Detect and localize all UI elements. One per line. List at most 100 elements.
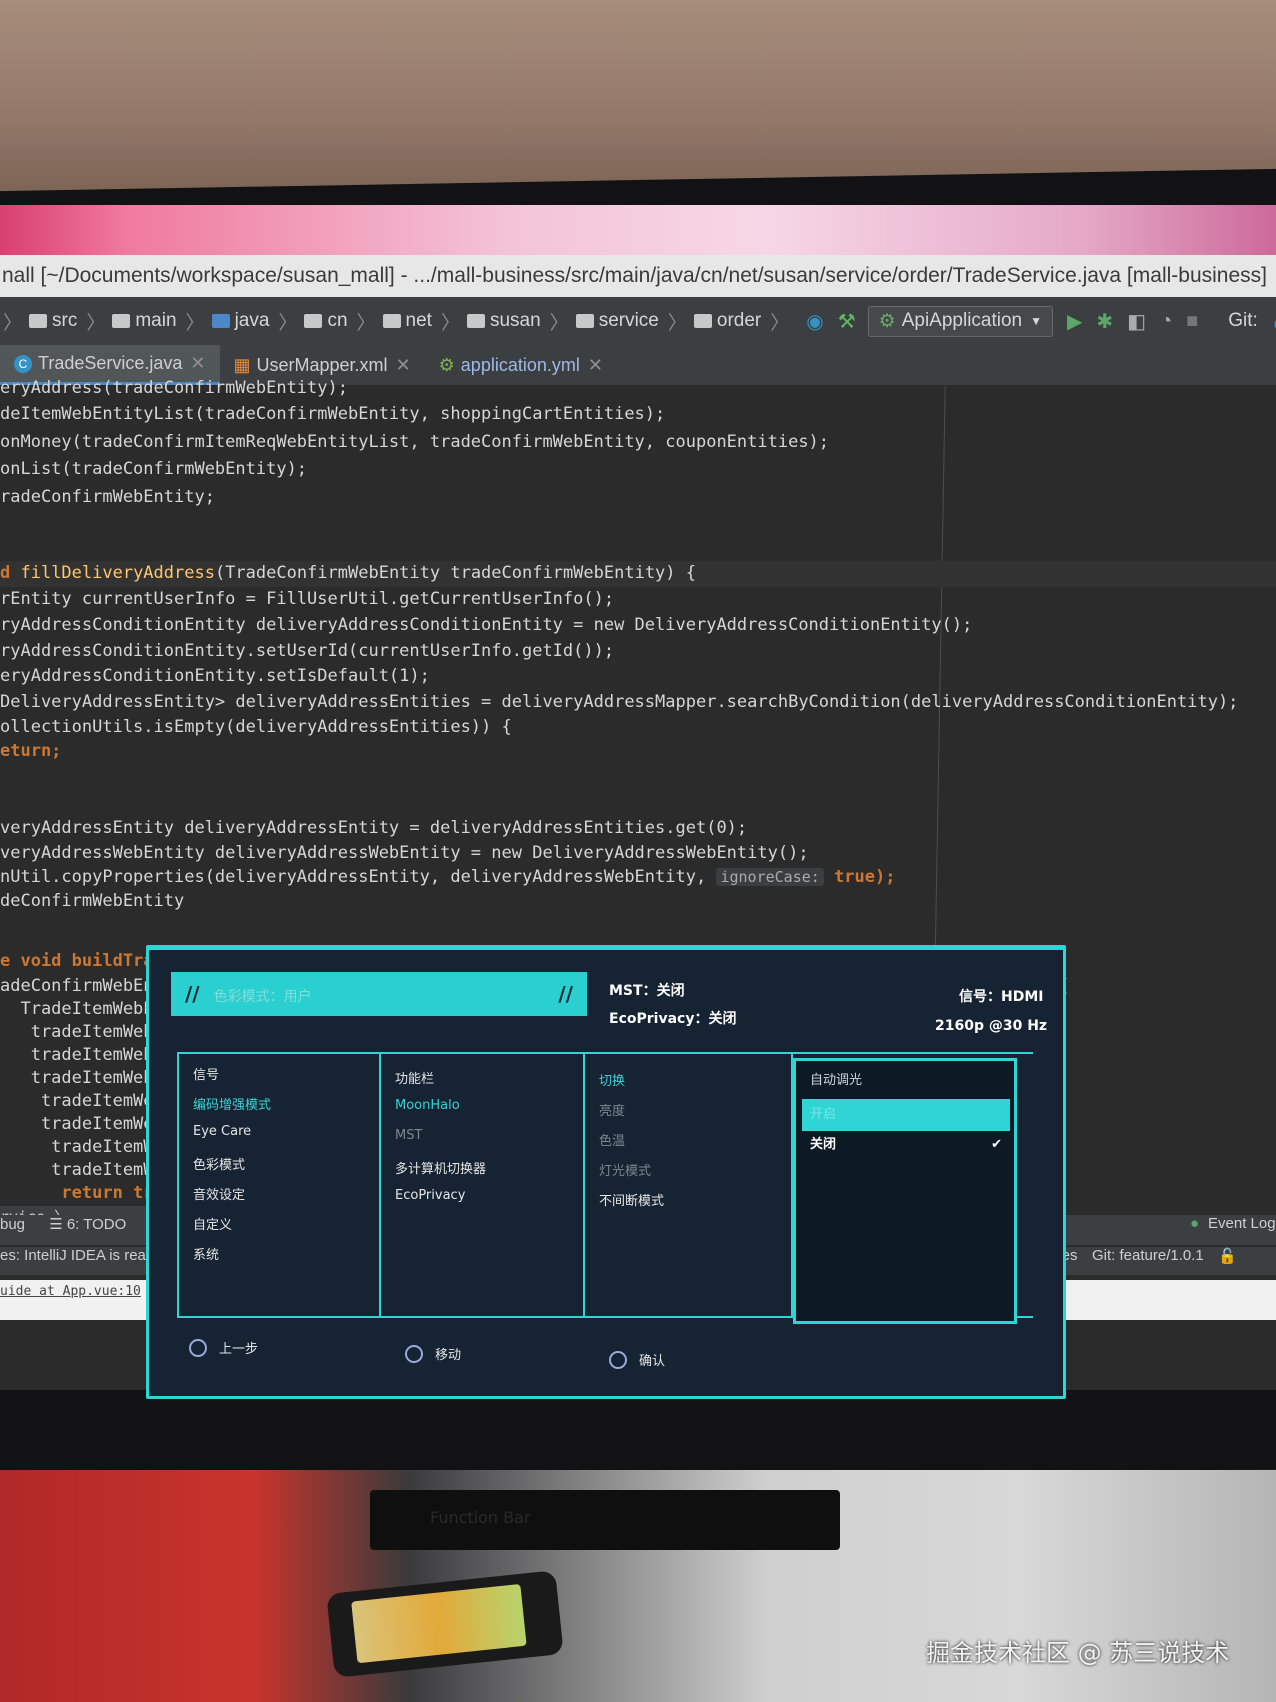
tab-application-yml[interactable]: ⚙ application.yml ✕ xyxy=(425,345,617,385)
osd-column-main: 信号 编码增强模式 Eye Care 色彩模式 音效设定 自定义 系统 xyxy=(179,1054,381,1316)
osd-item-disabled[interactable]: MST xyxy=(395,1128,422,1143)
console-text: uide at App.vue:10 xyxy=(0,1284,141,1299)
window-title: nall [~/Documents/workspace/susan_mall] … xyxy=(0,255,1276,297)
debug-bug-icon[interactable]: ✱ xyxy=(1096,309,1113,334)
wall-background xyxy=(0,0,1276,200)
breadcrumb-item[interactable]: order xyxy=(690,310,761,332)
nav-separator: 〉 xyxy=(770,312,790,334)
osd-item[interactable]: 自定义 xyxy=(193,1214,232,1233)
breadcrumb-item[interactable]: java xyxy=(208,310,270,332)
osd-item-disabled[interactable]: 色温 xyxy=(599,1130,625,1149)
run-config-icon: ⚙ xyxy=(878,310,896,332)
code-line: deConfirmWebEntity xyxy=(0,891,185,911)
profiler-icon[interactable]: ◔ xyxy=(1160,310,1172,333)
code-line: veryAddressWebEntity deliveryAddressWebE… xyxy=(0,843,809,863)
osd-item[interactable]: Eye Care xyxy=(193,1124,251,1139)
run-config-label: ApiApplication xyxy=(901,310,1023,331)
close-icon[interactable]: ✕ xyxy=(588,355,603,376)
osd-resolution: 2160p @30 Hz xyxy=(935,1018,1048,1034)
breadcrumb-item[interactable]: service xyxy=(572,310,659,332)
nav-separator: 〉 xyxy=(549,312,569,334)
code-line: eryAddressConditionEntity.setIsDefault(1… xyxy=(0,666,430,686)
chevron-down-icon: ▼ xyxy=(1030,314,1043,328)
breadcrumb-label: net xyxy=(405,310,432,331)
code-line: ollectionUtils.isEmpty(deliveryAddressEn… xyxy=(0,717,512,737)
breadcrumb-label: src xyxy=(52,310,78,331)
osd-move-hint: 移动 xyxy=(405,1344,461,1363)
osd-options-panel: 自动调光 开启 关闭 ✔ xyxy=(793,1058,1017,1324)
navigation-bar: 〉 src 〉 main 〉 java 〉 cn 〉 net 〉 susan 〉 servi… xyxy=(0,297,1276,345)
osd-mst-status: MST：关闭 xyxy=(609,983,685,999)
osd-item-selected[interactable]: 编码增强模式 xyxy=(193,1094,271,1113)
breadcrumb-item[interactable]: src xyxy=(25,310,77,332)
breadcrumb-label: java xyxy=(234,310,270,331)
tool-tab-todo[interactable]: 6: TODO xyxy=(67,1216,126,1233)
osd-slash-icon: // xyxy=(185,982,200,1006)
method-name: fillDeliveryAddress xyxy=(20,563,215,583)
folder-icon xyxy=(575,314,594,328)
nav-separator: 〉 xyxy=(86,312,106,334)
breadcrumb-item[interactable]: susan xyxy=(463,310,541,332)
breadcrumb-label: susan xyxy=(489,310,541,331)
monitor-osd-menu: // 色彩模式：用户 // MST：关闭 EcoPrivacy：关闭 信号：HDMI… xyxy=(146,945,1066,1399)
todo-icon: ☰ xyxy=(49,1216,63,1233)
tab-label: UserMapper.xml xyxy=(256,354,388,375)
stand-label: Function Bar xyxy=(430,1508,531,1527)
method-declaration: d fillDeliveryAddress(TradeConfirmWebEnt… xyxy=(0,563,696,583)
breadcrumb-label: main xyxy=(135,310,177,331)
osd-item-selected[interactable]: MoonHalo xyxy=(395,1098,460,1113)
osd-item[interactable]: EcoPrivacy xyxy=(395,1188,465,1203)
folder-icon xyxy=(382,314,401,328)
osd-item[interactable]: 系统 xyxy=(193,1244,219,1263)
parameter-hint: ignoreCase: xyxy=(716,868,824,886)
code-line: rEntity currentUserInfo = FillUserUtil.g… xyxy=(0,589,615,609)
breadcrumb-item[interactable]: cn xyxy=(300,310,348,332)
stop-icon[interactable]: ■ xyxy=(1186,310,1198,333)
breadcrumb-label: cn xyxy=(327,310,348,331)
osd-column-sub: 功能栏 MoonHalo MST 多计算机切换器 EcoPrivacy xyxy=(381,1054,585,1316)
lock-icon[interactable]: 🔓 xyxy=(1218,1247,1237,1265)
osd-mode-header: // 色彩模式：用户 // xyxy=(171,972,587,1016)
joystick-left-icon xyxy=(189,1338,207,1357)
folder-icon xyxy=(29,314,48,328)
osd-ecoprivacy-status: EcoPrivacy：关闭 xyxy=(609,1011,737,1027)
git-branch[interactable]: Git: feature/1.0.1 xyxy=(1092,1247,1204,1264)
desktop-wallpaper xyxy=(0,205,1276,255)
code-line: deItemWebEntityList(tradeConfirmWebEntit… xyxy=(0,404,666,424)
breadcrumb-item[interactable]: net xyxy=(379,310,432,332)
osd-item[interactable]: 音效设定 xyxy=(193,1184,245,1203)
run-configuration-select[interactable]: ⚙ ApiApplication ▼ xyxy=(867,305,1054,337)
build-hammer-icon[interactable]: ⚒ xyxy=(838,309,856,334)
osd-option-label: 关闭 xyxy=(810,1137,837,1152)
code-line: onList(tradeConfirmWebEntity); xyxy=(0,459,308,479)
osd-item[interactable]: 多计算机切换器 xyxy=(395,1158,486,1177)
phone-screen xyxy=(351,1583,527,1664)
osd-item-disabled[interactable]: 亮度 xyxy=(599,1100,625,1119)
close-icon[interactable]: ✕ xyxy=(396,355,411,376)
folder-icon xyxy=(304,314,323,328)
code-line: eryAddress(tradeConfirmWebEntity); xyxy=(0,378,348,398)
breadcrumb-label: order xyxy=(716,310,762,331)
breadcrumb-item[interactable]: main xyxy=(108,310,177,332)
osd-item[interactable]: 功能栏 xyxy=(395,1068,434,1087)
joystick-move-icon xyxy=(405,1344,423,1363)
nav-separator: 〉 xyxy=(185,312,205,334)
osd-item[interactable]: 信号 xyxy=(193,1064,219,1083)
class-icon[interactable]: ◉ xyxy=(806,309,823,334)
osd-option[interactable]: 自动调光 xyxy=(802,1065,1010,1097)
joystick-confirm-icon xyxy=(609,1350,627,1369)
run-icon[interactable]: ▶ xyxy=(1067,309,1082,334)
yml-file-icon: ⚙ xyxy=(438,354,455,375)
osd-item-selected[interactable]: 切换 xyxy=(599,1070,625,1089)
osd-option-highlighted[interactable]: 开启 xyxy=(802,1099,1010,1131)
git-update-icon[interactable]: ↙ xyxy=(1272,309,1276,334)
event-log-tab[interactable]: Event Log xyxy=(1208,1215,1276,1232)
osd-column-settings: 切换 亮度 色温 灯光模式 不间断模式 xyxy=(585,1054,793,1316)
close-icon[interactable]: ✕ xyxy=(190,353,205,374)
osd-item[interactable]: 不间断模式 xyxy=(599,1190,664,1209)
osd-item-disabled[interactable]: 灯光模式 xyxy=(599,1160,651,1179)
osd-item[interactable]: 色彩模式 xyxy=(193,1154,245,1173)
tool-tab-debug[interactable]: bug xyxy=(0,1216,25,1233)
coverage-icon[interactable]: ◧ xyxy=(1127,309,1146,334)
osd-option-checked[interactable]: 关闭 ✔ xyxy=(802,1129,1010,1161)
